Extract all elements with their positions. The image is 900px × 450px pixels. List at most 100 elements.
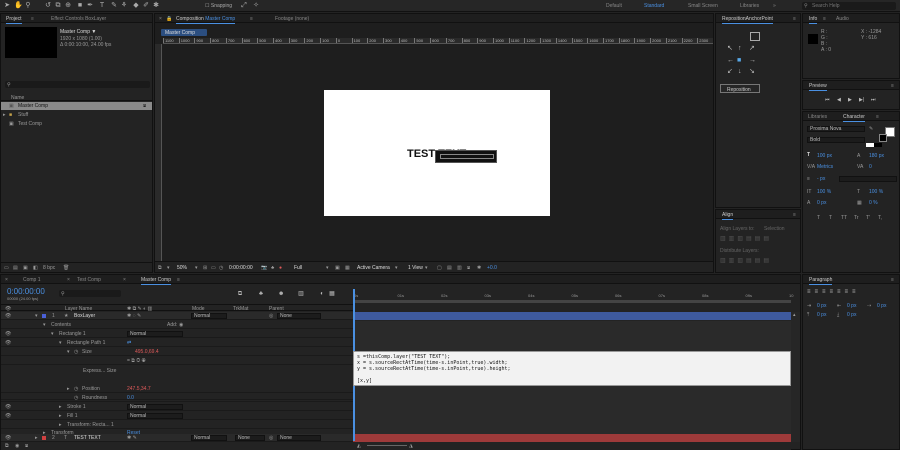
chevron-up-icon[interactable]: ▴ (793, 312, 796, 318)
faux-italic-button[interactable]: T (829, 215, 832, 221)
subscript-button[interactable]: T, (878, 215, 882, 221)
visibility-icon[interactable]: 👁 (5, 404, 11, 410)
indent-left-value[interactable]: 0 px (817, 303, 826, 309)
tab-reposition-anchor[interactable]: RepositionAnchorPoint (722, 16, 773, 24)
chevron-down-icon[interactable]: ▾ (195, 265, 198, 271)
zoom-tool-icon[interactable]: ⚲ (24, 2, 32, 10)
prop-row-rectangle-path-1[interactable]: 👁 ▾ Rectangle Path 1 ⇄ (1, 339, 353, 347)
shy-layers-icon[interactable]: ☻ (278, 291, 284, 297)
snapshot-icon[interactable]: 📷 (261, 265, 267, 271)
tab-menu-icon[interactable]: ≡ (793, 16, 796, 22)
channel-icon[interactable]: ● (279, 265, 282, 271)
always-preview-icon[interactable]: ⧉ (158, 265, 162, 271)
workspace-default[interactable]: Default (606, 3, 622, 9)
tab-composition[interactable]: Composition Master Comp (176, 16, 236, 24)
tab-audio[interactable]: Audio (836, 16, 849, 22)
project-search-input[interactable]: ⚲ (5, 81, 150, 88)
test-text-duration-bar[interactable] (353, 434, 791, 442)
shape-tool-icon[interactable]: ■ (76, 2, 84, 10)
timeline-icon[interactable]: ▥ (457, 265, 462, 271)
frame-blending-icon[interactable]: ▥ (298, 291, 304, 297)
space-after-value[interactable]: 0 px (847, 312, 856, 318)
arrow-up-icon[interactable]: ↑ (738, 45, 742, 52)
tracking-value[interactable]: 0 (869, 164, 872, 170)
chevron-right-icon[interactable]: ▸ (3, 112, 6, 118)
prop-row-rectangle-1[interactable]: 👁 ▾ Rectangle 1 Normal (1, 330, 353, 338)
vertical-scale-value[interactable]: 100 % (817, 189, 831, 195)
timeline-search-input[interactable]: ⚲ (59, 290, 121, 297)
eyedropper-icon[interactable]: ✎ (869, 126, 873, 132)
project-item-master-comp[interactable]: ▣ Master Comp ⧈ (1, 102, 152, 110)
black-swatch[interactable] (874, 143, 882, 147)
clock-icon[interactable]: ◷ (219, 265, 223, 271)
prop-row-roundness[interactable]: ◷ Roundness 0.0 (1, 394, 353, 402)
twirl-right-icon[interactable]: ▸ (59, 413, 62, 419)
label-color-swatch[interactable] (42, 314, 46, 318)
camera-dropdown[interactable]: Active Camera (357, 265, 390, 271)
tab-project[interactable]: Project (6, 16, 22, 24)
chevron-down-icon[interactable]: ▾ (326, 265, 329, 271)
work-area-bar[interactable] (353, 300, 791, 303)
blend-mode-dropdown[interactable]: Normal (191, 435, 227, 441)
visibility-icon[interactable]: 👁 (5, 435, 11, 441)
roundness-value[interactable]: 0.0 (127, 395, 134, 401)
project-item-stuff[interactable]: ▸ ■ Stuff (1, 111, 152, 119)
brush-tool-icon[interactable]: ✎ (110, 2, 118, 10)
layer-name[interactable]: TEST TEXT (74, 435, 101, 441)
twirl-down-icon[interactable]: ▾ (51, 331, 54, 337)
pickwhip-icon[interactable]: ◎ (269, 313, 273, 319)
flowchart-icon[interactable]: ⧈ (467, 265, 470, 271)
toggle-modes-icon[interactable]: ◉ (15, 443, 19, 449)
tab-character[interactable]: Character (843, 114, 865, 122)
snapping-checkbox[interactable]: ☐ Snapping (205, 3, 232, 9)
tab-comp-1[interactable]: Comp 1 (23, 277, 41, 283)
exposure-value[interactable]: +0.0 (487, 265, 497, 271)
layer-switches[interactable]: ✱ ◌ ✎ (127, 313, 141, 319)
resolution-dropdown[interactable]: Full (294, 265, 302, 271)
stopwatch-icon[interactable]: ◷ (74, 349, 78, 355)
grid-icon[interactable]: ⊞ (203, 265, 207, 271)
timeline-timecode[interactable]: 0:00:00:00 (7, 287, 45, 296)
prop-row-size[interactable]: ▾ ◷ Size 495.0,69.4 (1, 348, 353, 356)
arrow-bottom-left-icon[interactable]: ↙ (727, 68, 733, 75)
twirl-right-icon[interactable]: ▸ (67, 386, 70, 392)
motion-blur-icon[interactable]: ◐ (319, 291, 325, 297)
magnification-icon[interactable]: ▾ (167, 265, 170, 271)
tab-master-comp[interactable]: Master Comp (141, 277, 172, 285)
interpret-footage-icon[interactable]: ▭ (4, 265, 9, 271)
snap-options-icon[interactable]: ✧ (252, 2, 260, 10)
chevron-down-icon[interactable]: ▾ (395, 265, 398, 271)
trkmat-dropdown[interactable]: None (235, 435, 265, 441)
exposure-icon[interactable]: ✱ (477, 265, 481, 271)
visibility-icon[interactable]: 👁 (5, 331, 11, 337)
last-frame-icon[interactable]: ⏭ (871, 97, 876, 103)
prop-row-transform-rect[interactable]: ▸ Transform: Recta... 1 (1, 421, 353, 429)
tab-libraries[interactable]: Libraries (808, 114, 827, 120)
tab-menu-icon[interactable]: ≡ (823, 16, 826, 22)
transparency-grid-icon[interactable]: ▦ (345, 265, 350, 271)
comp-canvas[interactable]: TEST TEXT (324, 90, 550, 216)
superscript-button[interactable]: T' (866, 215, 870, 221)
tab-menu-icon[interactable]: ≡ (793, 212, 796, 218)
pen-tool-icon[interactable]: ✒ (86, 2, 94, 10)
white-swatch[interactable] (866, 143, 874, 147)
boxlayer-duration-bar[interactable] (353, 312, 791, 320)
kerning-dropdown[interactable]: Metrics (817, 164, 833, 170)
font-style-dropdown[interactable]: Bold (807, 137, 865, 143)
twirl-down-icon[interactable]: ▾ (43, 322, 46, 328)
toggle-pixel-aspect-icon[interactable]: ▢ (437, 265, 442, 271)
tab-footage[interactable]: Footage (none) (275, 16, 309, 22)
zoom-out-icon[interactable]: ◭ (357, 443, 361, 449)
comp-name[interactable]: Master Comp ▼ (60, 29, 96, 35)
parent-dropdown[interactable]: None (277, 313, 321, 319)
snap-icon[interactable]: ⤢ (240, 2, 248, 10)
rotate-tool-icon[interactable]: ↺ (44, 2, 52, 10)
bpc-toggle[interactable]: 8 bpc (43, 265, 55, 271)
font-family-dropdown[interactable]: Proxima Nova (807, 126, 865, 132)
tab-align[interactable]: Align (722, 212, 734, 220)
region-of-interest-icon[interactable]: ▣ (335, 265, 340, 271)
new-comp-icon[interactable]: ▣ (23, 265, 28, 271)
comp-mini-flowchart-icon[interactable]: ⧉ (237, 291, 243, 297)
type-tool-icon[interactable]: T (98, 2, 106, 10)
toggle-switches-icon[interactable]: ⧉ (5, 443, 9, 449)
